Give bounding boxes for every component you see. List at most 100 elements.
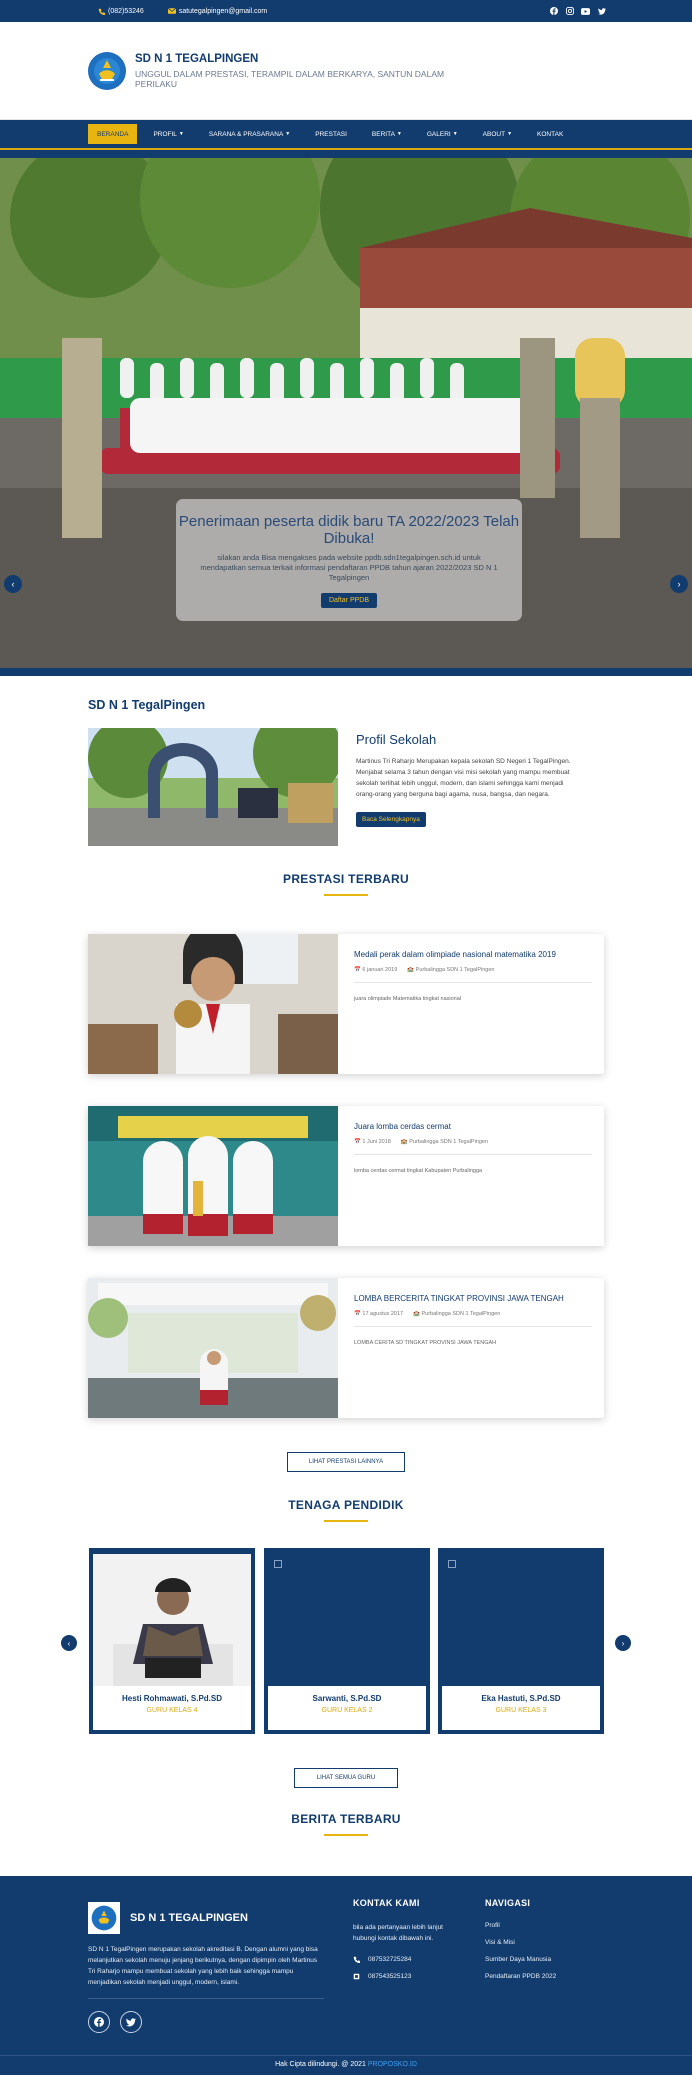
profil-text: Martinus Tri Raharjo Merupakan kepala se… bbox=[356, 758, 571, 798]
copyright-link[interactable]: PROPOSKO.ID bbox=[368, 2061, 417, 2068]
nav-beranda-label: BERANDA bbox=[97, 130, 129, 138]
nav-kontak[interactable]: KONTAK bbox=[528, 124, 572, 144]
prestasi-body: Juara lomba cerdas cermat 📅 1 Juni 2018 🏫… bbox=[338, 1106, 608, 1246]
site-header: SD N 1 TEGALPINGEN UNGGUL DALAM PRESTASI… bbox=[0, 22, 692, 120]
prestasi-photo bbox=[88, 934, 338, 1074]
phone-icon bbox=[353, 1956, 360, 1963]
prestasi-place: Purbalingga SDN 1 TegalPingen bbox=[421, 1311, 501, 1317]
carousel-next-button[interactable]: › bbox=[670, 575, 688, 593]
nav-prestasi[interactable]: PRESTASI bbox=[306, 124, 356, 144]
prestasi-section: PRESTASI TERBARU bbox=[0, 872, 692, 896]
guru-info: Sarwanti, S.Pd.SD GURU KELAS 2 bbox=[268, 1686, 426, 1730]
phone-icon bbox=[98, 8, 105, 15]
prestasi-meta: 📅 17 agustus 2017 🏫 Purbalingga SDN 1 Teg… bbox=[354, 1311, 592, 1327]
guru-card[interactable]: Hesti Rohmawati, S.Pd.SD GURU KELAS 4 bbox=[89, 1548, 255, 1734]
prestasi-date: 17 agustus 2017 bbox=[362, 1311, 404, 1317]
daftar-ppdb-button[interactable]: Daftar PPDB bbox=[320, 593, 378, 608]
hero-title: Penerimaan peserta didik baru TA 2022/20… bbox=[178, 513, 520, 547]
prestasi-card[interactable]: Juara lomba cerdas cermat 📅 1 Juni 2018 🏫… bbox=[88, 1106, 604, 1246]
nav-galeri-label: GALERI bbox=[426, 130, 451, 138]
read-more-button[interactable]: Baca Selengkapnya bbox=[356, 812, 426, 827]
twitter-icon[interactable] bbox=[597, 7, 606, 16]
topbar-phone[interactable]: (082)53246 bbox=[98, 8, 144, 15]
prestasi-photo bbox=[88, 1106, 338, 1246]
prestasi-date: 6 januari 2019 bbox=[362, 967, 398, 973]
main-nav: BERANDA PROFIL ▼ SARANA & PRASARANA ▼ PRES… bbox=[0, 120, 692, 150]
instagram-icon[interactable] bbox=[565, 7, 574, 16]
footer-phone-2[interactable]: 087543525123 bbox=[353, 1971, 451, 1982]
footer-phone-1[interactable]: 087532725284 bbox=[353, 1954, 451, 1965]
footer-contact: KONTAK KAMI bila ada pertanyaan lebih la… bbox=[353, 1898, 451, 1982]
facebook-icon[interactable] bbox=[88, 2011, 110, 2033]
nav-sarana-label: SARANA & PRASARANA bbox=[208, 130, 284, 138]
twitter-icon[interactable] bbox=[120, 2011, 142, 2033]
guru-card[interactable]: Eka Hastuti, S.Pd.SD GURU KELAS 3 bbox=[438, 1548, 604, 1734]
about-section: Profil Sekolah Martinus Tri Raharjo Meru… bbox=[0, 712, 692, 846]
guru-more-wrap: LIHAT SEMUA GURU bbox=[0, 1768, 692, 1788]
footer-link-visi-misi[interactable]: Visi & Misi bbox=[485, 1939, 556, 1946]
nav-profil[interactable]: PROFIL ▼ bbox=[144, 124, 192, 144]
more-prestasi-button[interactable]: LIHAT PRESTASI LAINNYA bbox=[287, 1452, 405, 1472]
prestasi-meta: 📅 1 Juni 2018 🏫 Purbalingga SDN 1 TegalPi… bbox=[354, 1139, 592, 1155]
nav-galeri[interactable]: GALERI ▼ bbox=[418, 124, 467, 144]
prestasi-item-title[interactable]: Juara lomba cerdas cermat bbox=[354, 1122, 592, 1131]
guru-prev-button[interactable]: ‹ bbox=[61, 1635, 77, 1651]
calendar-icon: 📅 1 Juni 2018 bbox=[354, 1139, 391, 1145]
nav-sarana[interactable]: SARANA & PRASARANA ▼ bbox=[200, 124, 299, 144]
prestasi-date: 1 Juni 2018 bbox=[362, 1139, 391, 1145]
guru-card[interactable]: Sarwanti, S.Pd.SD GURU KELAS 2 bbox=[264, 1548, 430, 1734]
copyright-bar: Hak Cipta dilindungi. @ 2021 PROPOSKO.ID bbox=[0, 2055, 692, 2075]
nav-berita-label: BERITA bbox=[371, 130, 395, 138]
nav-kontak-label: KONTAK bbox=[537, 130, 564, 138]
calendar-icon: 📅 17 agustus 2017 bbox=[354, 1311, 404, 1317]
nav-profil-label: PROFIL bbox=[153, 130, 177, 138]
guru-role: GURU KELAS 2 bbox=[321, 1707, 373, 1714]
brand-text: SD N 1 TEGALPINGEN UNGGUL DALAM PRESTASI… bbox=[135, 53, 455, 89]
guru-photo bbox=[93, 1554, 251, 1686]
guru-name: Eka Hastuti, S.Pd.SD bbox=[481, 1694, 561, 1703]
footer-nav: NAVIGASI Profil Visi & Misi Sumber Daya … bbox=[485, 1898, 556, 1990]
hero-carousel: Penerimaan peserta didik baru TA 2022/20… bbox=[0, 150, 692, 676]
nav-about-label: ABOUT bbox=[482, 130, 506, 138]
guru-name: Hesti Rohmawati, S.Pd.SD bbox=[121, 1694, 223, 1703]
facebook-icon[interactable] bbox=[549, 7, 558, 16]
about-section-title: SD N 1 TegalPingen bbox=[88, 698, 206, 712]
calendar-icon: 📅 6 januari 2019 bbox=[354, 967, 398, 973]
prestasi-excerpt: lomba cerdas cermat tingkat Kabupaten Pu… bbox=[354, 1168, 483, 1174]
nav-berita[interactable]: BERITA ▼ bbox=[363, 124, 411, 144]
footer-link-profil[interactable]: Profil bbox=[485, 1922, 556, 1929]
footer-link-ppdb[interactable]: Pendaftaran PPDB 2022 bbox=[485, 1973, 556, 1980]
hero-text: silakan anda Bisa mengakses pada website… bbox=[200, 553, 498, 582]
prestasi-item-title[interactable]: LOMBA BERCERITA TINGKAT PROVINSI JAWA TE… bbox=[354, 1294, 592, 1303]
caret-down-icon: ▼ bbox=[285, 131, 291, 137]
topbar-email[interactable]: satutegalpingen@gmail.com bbox=[167, 8, 267, 15]
guru-next-button[interactable]: › bbox=[615, 1635, 631, 1651]
phone-icon bbox=[353, 1973, 360, 1980]
title-underline bbox=[324, 1834, 368, 1836]
footer-link-sdm[interactable]: Sumber Daya Manusia bbox=[485, 1956, 556, 1963]
location-icon: 🏫 Purbalingga SDN 1 TegalPingen bbox=[407, 967, 495, 973]
school-gate-photo bbox=[88, 728, 338, 846]
prestasi-item-title[interactable]: Medali perak dalam olimpiade nasional ma… bbox=[354, 950, 592, 959]
caret-down-icon: ▼ bbox=[507, 131, 513, 137]
guru-role: GURU KELAS 4 bbox=[146, 1707, 198, 1714]
footer-brand: SD N 1 TEGALPINGEN bbox=[88, 1902, 324, 1934]
school-logo[interactable] bbox=[88, 51, 126, 90]
school-name[interactable]: SD N 1 TEGALPINGEN bbox=[135, 53, 455, 65]
broken-image-icon bbox=[448, 1560, 456, 1568]
carousel-prev-button[interactable]: ‹ bbox=[4, 575, 22, 593]
prestasi-title: PRESTASI TERBARU bbox=[283, 872, 409, 886]
prestasi-excerpt: LOMBA CERITA SD TINGKAT PROVINSI JAWA TE… bbox=[354, 1340, 497, 1346]
prestasi-card[interactable]: LOMBA BERCERITA TINGKAT PROVINSI JAWA TE… bbox=[88, 1278, 604, 1418]
nav-about[interactable]: ABOUT ▼ bbox=[474, 124, 521, 144]
berita-title: BERITA TERBARU bbox=[291, 1812, 401, 1826]
nav-beranda[interactable]: BERANDA bbox=[88, 124, 138, 144]
youtube-icon[interactable] bbox=[581, 7, 590, 16]
footer-contact-title: KONTAK KAMI bbox=[353, 1898, 420, 1908]
prestasi-card[interactable]: Medali perak dalam olimpiade nasional ma… bbox=[88, 934, 604, 1074]
caret-down-icon: ▼ bbox=[396, 131, 402, 137]
guru-section: TENAGA PENDIDIK bbox=[0, 1498, 692, 1522]
footer-description: SD N 1 TegalPingen merupakan sekolah akr… bbox=[88, 1946, 318, 1986]
more-guru-button[interactable]: LIHAT SEMUA GURU bbox=[294, 1768, 398, 1788]
title-underline bbox=[324, 894, 368, 896]
